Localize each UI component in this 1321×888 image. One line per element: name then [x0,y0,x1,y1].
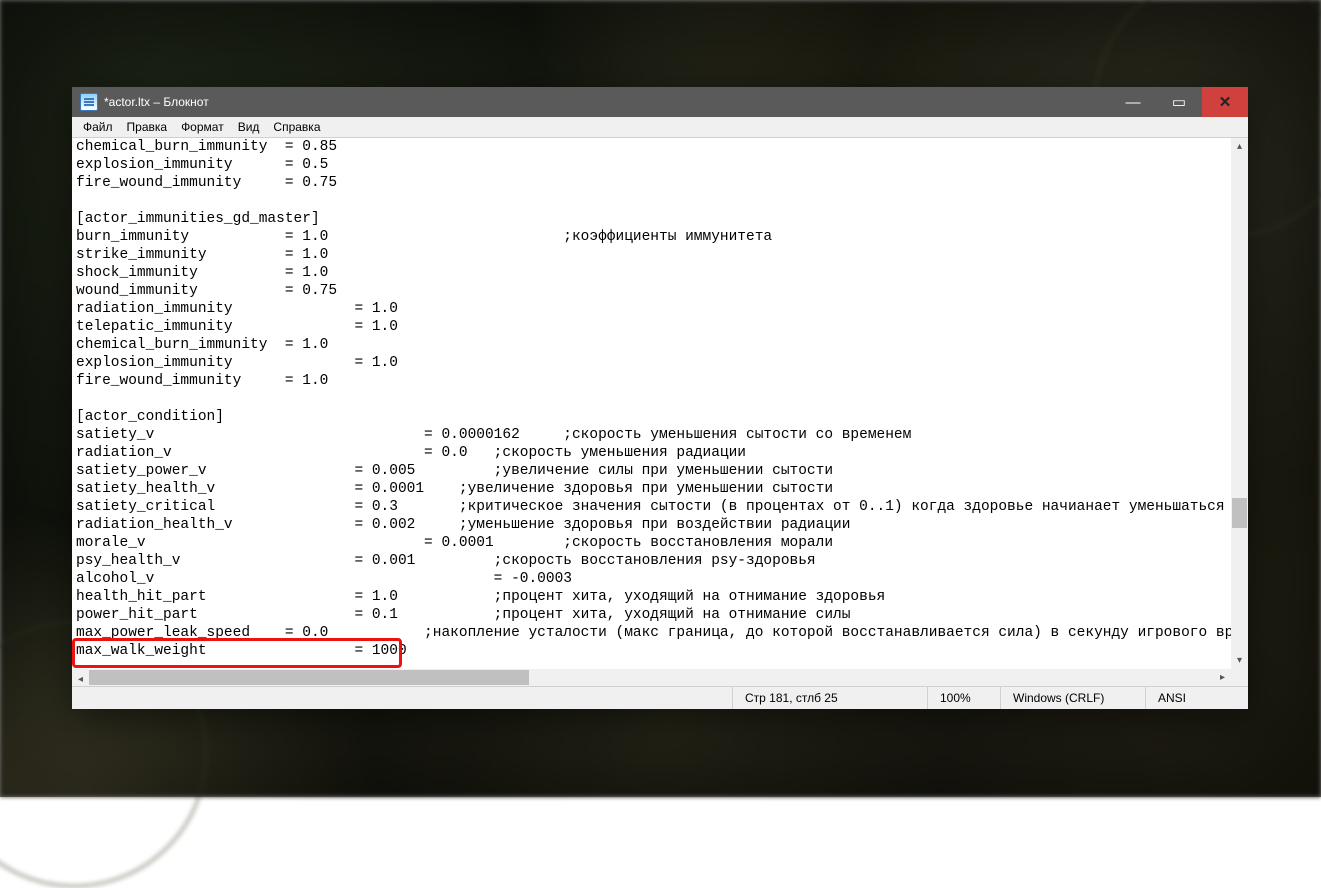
status-position: Стр 181, стлб 25 [732,687,927,709]
maximize-button[interactable]: ▭ [1156,87,1202,117]
titlebar[interactable]: *actor.ltx – Блокнот — ▭ ✕ [72,87,1248,117]
statusbar: Стр 181, стлб 25 100% Windows (CRLF) ANS… [72,686,1248,709]
window-title: *actor.ltx – Блокнот [104,95,1110,109]
scroll-left-icon[interactable]: ◂ [72,671,89,688]
close-button[interactable]: ✕ [1202,87,1248,117]
scroll-corner [1231,669,1248,686]
menu-file[interactable]: Файл [76,118,120,136]
scroll-right-icon[interactable]: ▸ [1214,669,1231,686]
editor-body: chemical_burn_immunity = 0.85 explosion_… [72,138,1248,686]
horizontal-scrollbar[interactable]: ◂ ▸ [72,669,1231,686]
vertical-scrollbar[interactable]: ▴ ▾ [1231,138,1248,669]
status-encoding: ANSI [1145,687,1248,709]
menu-view[interactable]: Вид [231,118,267,136]
minimize-button[interactable]: — [1110,87,1156,117]
notepad-icon [80,93,98,111]
vscroll-thumb[interactable] [1232,498,1247,528]
status-eol: Windows (CRLF) [1000,687,1145,709]
menu-format[interactable]: Формат [174,118,231,136]
hscroll-thumb[interactable] [89,670,529,685]
scroll-up-icon[interactable]: ▴ [1231,138,1248,155]
menu-help[interactable]: Справка [266,118,327,136]
text-area[interactable]: chemical_burn_immunity = 0.85 explosion_… [72,138,1231,669]
menu-edit[interactable]: Правка [120,118,175,136]
scroll-down-icon[interactable]: ▾ [1231,652,1248,669]
menubar: Файл Правка Формат Вид Справка [72,117,1248,138]
status-zoom: 100% [927,687,1000,709]
text-content[interactable]: chemical_burn_immunity = 0.85 explosion_… [76,138,1227,660]
notepad-window: *actor.ltx – Блокнот — ▭ ✕ Файл Правка Ф… [72,87,1248,707]
